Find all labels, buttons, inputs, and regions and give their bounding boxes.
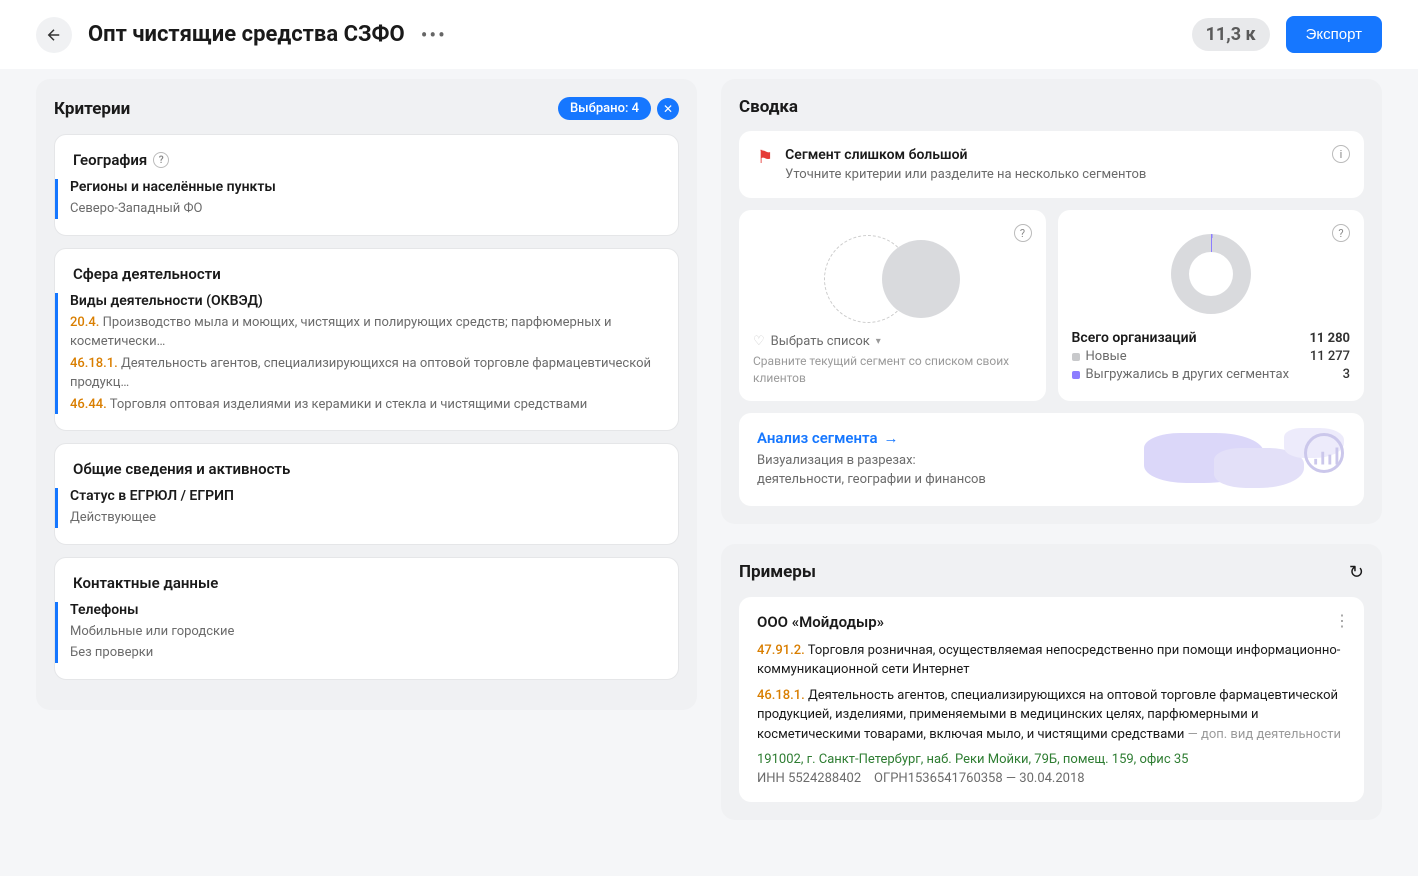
help-icon[interactable]: ? <box>1332 224 1350 242</box>
header-actions: 11,3 к Экспорт <box>1192 16 1382 53</box>
chevron-down-icon: ▾ <box>876 336 881 347</box>
criteria-card-activity[interactable]: Сфера деятельности Виды деятельности (ОК… <box>54 248 679 432</box>
general-block: Статус в ЕГРЮЛ / ЕГРИП Действующее <box>55 488 660 528</box>
geography-block: Регионы и населённые пункты Северо-Запад… <box>55 179 660 219</box>
warning-card: ⚑ Сегмент слишком большой Уточните крите… <box>739 131 1364 198</box>
refresh-button[interactable]: ↻ <box>1349 562 1364 583</box>
general-title: Общие сведения и активность <box>73 460 660 478</box>
general-block-value: Действующее <box>70 508 660 528</box>
legend-dot-gray <box>1072 353 1080 361</box>
criteria-card-geography[interactable]: География ? Регионы и населённые пункты … <box>54 134 679 236</box>
help-icon[interactable]: ? <box>153 152 169 168</box>
map-decoration <box>1134 413 1364 506</box>
flag-icon: ⚑ <box>757 147 773 182</box>
export-button[interactable]: Экспорт <box>1286 16 1382 53</box>
page-header: Опт чистящие средства СЗФО ••• 11,3 к Эк… <box>0 0 1418 69</box>
back-button[interactable] <box>36 17 72 53</box>
heart-icon: ♡ <box>753 334 765 349</box>
contacts-value-1: Без проверки <box>70 643 660 663</box>
main-content: Критерии Выбрано: 4 ✕ География ? Регион… <box>0 69 1418 876</box>
venn-diagram <box>753 224 1032 334</box>
company-meta: ИНН 5524288402 ОГРН1536541760358 — 30.04… <box>757 771 1346 786</box>
selected-count: Выбрано: 4 ✕ <box>558 97 679 120</box>
warning-sub: Уточните критерии или разделите на неско… <box>785 167 1146 182</box>
legend-dot-purple <box>1072 371 1080 379</box>
general-block-label: Статус в ЕГРЮЛ / ЕГРИП <box>70 488 660 504</box>
examples-title: Примеры <box>739 562 816 582</box>
geography-block-value: Северо-Западный ФО <box>70 199 660 219</box>
criteria-card-contacts[interactable]: Контактные данные Телефоны Мобильные или… <box>54 557 679 680</box>
activity-title: Сфера деятельности <box>73 265 660 283</box>
activity-1: 46.18.1. Деятельность агентов, специализ… <box>757 686 1346 745</box>
summary-panel: Сводка ⚑ Сегмент слишком большой Уточнит… <box>721 79 1382 524</box>
geography-title: География ? <box>73 151 660 169</box>
activity-item-2: 46.44. Торговля оптовая изделиями из кер… <box>70 395 660 415</box>
activity-item-1: 46.18.1. Деятельность агентов, специализ… <box>70 354 660 393</box>
compare-card: ? ♡ Выбрать список ▾ Сравните текущий се… <box>739 210 1046 401</box>
criteria-panel-header: Критерии Выбрано: 4 ✕ <box>54 97 679 120</box>
contacts-block: Телефоны Мобильные или городские Без про… <box>55 602 660 663</box>
select-list-hint: Сравните текущий сегмент со списком свои… <box>753 353 1032 387</box>
more-button[interactable]: ••• <box>421 23 447 47</box>
examples-panel-header: Примеры ↻ <box>739 562 1364 583</box>
activity-item-0: 20.4. Производство мыла и моющих, чистящ… <box>70 313 660 352</box>
stats-card: ? Всего организаций 11 280 Новые 11 277 … <box>1058 210 1365 401</box>
arrow-left-icon <box>45 26 63 44</box>
contacts-block-label: Телефоны <box>70 602 660 618</box>
selected-count-label[interactable]: Выбрано: 4 <box>558 97 651 120</box>
company-address: 191002, г. Санкт-Петербург, наб. Реки Мо… <box>757 752 1346 767</box>
contacts-value-0: Мобильные или городские <box>70 622 660 642</box>
criteria-panel: Критерии Выбрано: 4 ✕ География ? Регион… <box>36 79 697 710</box>
page-title: Опт чистящие средства СЗФО <box>88 22 405 47</box>
company-name: ООО «Мойдодыр» <box>757 613 1346 631</box>
criteria-column: Критерии Выбрано: 4 ✕ География ? Регион… <box>36 79 697 840</box>
venn-circle-b <box>882 240 960 318</box>
activity-block: Виды деятельности (ОКВЭД) 20.4. Производ… <box>55 293 660 415</box>
stat-new: Новые 11 277 <box>1072 349 1351 364</box>
select-list-dropdown[interactable]: ♡ Выбрать список ▾ <box>753 334 1032 349</box>
magnifier-icon <box>1304 433 1344 473</box>
summary-title: Сводка <box>739 97 798 117</box>
contacts-title: Контактные данные <box>73 574 660 592</box>
analysis-card[interactable]: Анализ сегмента → Визуализация в разреза… <box>739 413 1364 506</box>
activity-0: 47.91.2. Торговля розничная, осуществляе… <box>757 641 1346 680</box>
summary-column: Сводка ⚑ Сегмент слишком большой Уточнит… <box>721 79 1382 840</box>
clear-criteria-button[interactable]: ✕ <box>657 98 679 120</box>
criteria-card-general[interactable]: Общие сведения и активность Статус в ЕГР… <box>54 443 679 545</box>
stat-row: ? ♡ Выбрать список ▾ Сравните текущий се… <box>739 210 1364 401</box>
warning-title: Сегмент слишком большой <box>785 147 1146 163</box>
donut-chart <box>1171 234 1251 314</box>
info-icon[interactable]: i <box>1332 145 1350 163</box>
count-badge: 11,3 к <box>1192 18 1270 51</box>
stat-exported: Выгружались в других сегментах 3 <box>1072 367 1351 382</box>
activity-block-label: Виды деятельности (ОКВЭД) <box>70 293 660 309</box>
summary-panel-header: Сводка <box>739 97 1364 117</box>
stat-total: Всего организаций 11 280 <box>1072 330 1351 346</box>
kebab-menu-button[interactable]: ⋮ <box>1334 611 1350 630</box>
examples-panel: Примеры ↻ ⋮ ООО «Мойдодыр» 47.91.2. Торг… <box>721 544 1382 821</box>
criteria-title: Критерии <box>54 99 130 119</box>
arrow-right-icon: → <box>884 429 899 447</box>
geography-block-label: Регионы и населённые пункты <box>70 179 660 195</box>
example-card[interactable]: ⋮ ООО «Мойдодыр» 47.91.2. Торговля розни… <box>739 597 1364 803</box>
